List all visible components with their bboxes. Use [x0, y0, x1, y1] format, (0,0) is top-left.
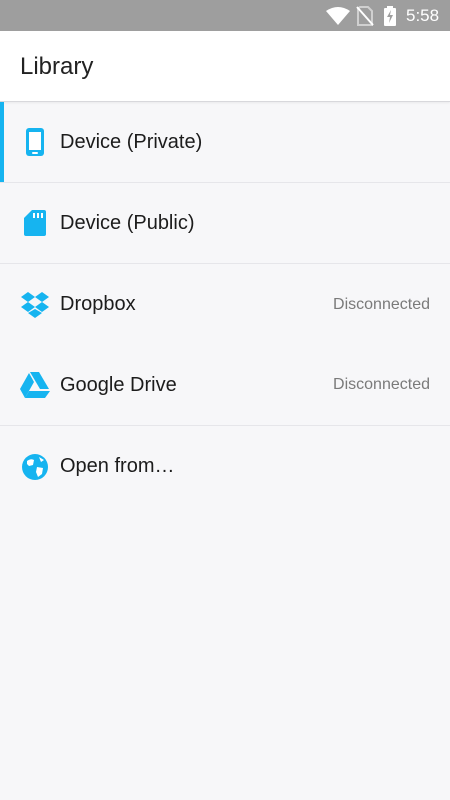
page-title: Library [20, 53, 94, 80]
library-item-label: Device (Public) [60, 211, 195, 234]
no-sim-icon [356, 0, 374, 31]
sd-card-icon [20, 208, 50, 238]
library-item-label: Device (Private) [60, 130, 203, 153]
dropbox-icon [20, 290, 50, 320]
library-item-label: Google Drive [60, 373, 177, 396]
phone-icon [20, 127, 50, 157]
library-item-label: Dropbox [60, 293, 136, 315]
library-item-google-drive[interactable]: Google Drive Disconnected [0, 345, 450, 426]
connection-status: Disconnected [333, 295, 430, 313]
library-item-label: Open from… [60, 455, 175, 477]
library-item-dropbox[interactable]: Dropbox Disconnected [0, 264, 450, 345]
library-item-device-private[interactable]: Device (Private) [0, 102, 450, 183]
status-time: 5:58 [406, 6, 440, 25]
library-item-device-public[interactable]: Device (Public) [0, 183, 450, 264]
globe-icon [20, 452, 50, 482]
wifi-icon [326, 0, 350, 31]
library-list: Device (Private) Device (Public) Dropbox… [0, 102, 450, 507]
library-item-open-from[interactable]: Open from… [0, 426, 450, 507]
app-bar: Library [0, 31, 450, 102]
connection-status: Disconnected [333, 376, 430, 393]
google-drive-icon [20, 370, 50, 400]
status-bar: 5:58 [0, 0, 450, 31]
battery-charging-icon [384, 0, 396, 31]
